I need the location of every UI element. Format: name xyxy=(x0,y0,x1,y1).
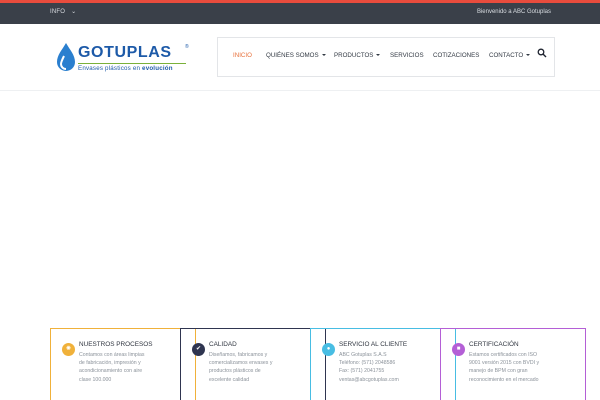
info-dropdown[interactable]: INFO ⌄ xyxy=(50,8,76,15)
hero-area xyxy=(0,92,600,322)
tagline-bold: evolución xyxy=(142,65,173,72)
logo-rule xyxy=(78,63,186,64)
nav-item-productos[interactable]: PRODUCTOS xyxy=(334,52,381,59)
card-nuestros-procesos: ✺ NUESTROS PROCESOS Contamos con áreas l… xyxy=(50,328,196,400)
card-calidad: ✔ CALIDAD Diseñamos, fabricamos y comerc… xyxy=(180,328,326,400)
card-line: Fax: (571) 2041755 xyxy=(339,368,385,375)
search-icon[interactable] xyxy=(537,48,547,58)
card-line: ABC Gotuplas S.A.S xyxy=(339,352,387,358)
nav-item-cotizaciones[interactable]: COTIZACIONES xyxy=(433,52,479,59)
nav-item-contacto[interactable]: CONTACTO xyxy=(489,52,531,59)
card-line: Diseñamos, fabricamos y xyxy=(209,352,268,358)
card-title: NUESTROS PROCESOS xyxy=(79,341,153,348)
card-line: clase 100.000 xyxy=(79,376,112,383)
nav-label: QUIÉNES SOMOS xyxy=(266,52,319,59)
card-line: manejo de BPM con gran xyxy=(469,368,528,375)
thumbs-up-icon: ✔ xyxy=(192,343,205,356)
card-line: de fabricación, impresión y xyxy=(79,360,141,367)
card-title: SERVICIO AL CLIENTE xyxy=(339,341,408,348)
nav-label: CONTACTO xyxy=(489,52,524,59)
welcome-text: Bienvenido a ABC Gotuplas xyxy=(476,9,551,15)
info-label: INFO xyxy=(50,9,66,15)
nav-label: PRODUCTOS xyxy=(334,52,374,59)
top-bar: INFO ⌄ Bienvenido a ABC Gotuplas xyxy=(0,0,600,24)
card-line: reconocimiento en el mercado xyxy=(469,376,539,383)
logo-tagline: Envases plásticos en evolución xyxy=(78,65,173,72)
nav-item-servicios[interactable]: SERVICIOS xyxy=(390,52,424,59)
tagline-prefix: Envases plásticos en xyxy=(78,65,143,72)
caret-down-icon xyxy=(321,54,326,57)
nav-label: COTIZACIONES xyxy=(433,52,480,59)
card-line: excelente calidad xyxy=(209,376,250,383)
logo-registered: ® xyxy=(185,44,189,50)
card-line: acondicionamiento con aire xyxy=(79,368,143,375)
card-line: 9001 versión 2015 con BVDI y xyxy=(469,360,540,367)
card-body: ABC Gotuplas S.A.S Teléfono: (571) 20485… xyxy=(339,351,451,384)
card-body: Diseñamos, fabricamos y comercializamos … xyxy=(209,351,321,384)
user-icon: ● xyxy=(322,343,335,356)
card-line: productos plásticos de xyxy=(209,368,261,375)
card-certificacion: ■ CERTIFICACIÓN Estamos certificados con… xyxy=(440,328,586,400)
card-body: Estamos certificados con ISO 9001 versió… xyxy=(469,351,581,384)
site-logo[interactable]: GOTUPLAS ® Envases plásticos en evolució… xyxy=(54,42,189,78)
chevron-down-icon: ⌄ xyxy=(71,9,77,15)
gear-icon: ✺ xyxy=(62,343,75,356)
card-line: Estamos certificados con ISO xyxy=(469,352,538,358)
card-title: CERTIFICACIÓN xyxy=(469,341,519,348)
nav-label: SERVICIOS xyxy=(390,52,424,59)
card-line: Contamos con áreas limpias xyxy=(79,352,145,358)
card-title: CALIDAD xyxy=(209,341,237,348)
card-servicio-al-cliente: ● SERVICIO AL CLIENTE ABC Gotuplas S.A.S… xyxy=(310,328,456,400)
card-line: Teléfono: (571) 2048586 xyxy=(339,360,396,367)
main-nav: INICIO QUIÉNES SOMOS PRODUCTOS SERVICIOS… xyxy=(217,37,555,77)
nav-item-inicio[interactable]: INICIO xyxy=(233,52,252,59)
caret-down-icon xyxy=(526,54,531,57)
drop-logo-icon xyxy=(57,43,75,71)
nav-label: INICIO xyxy=(233,52,252,59)
card-body: Contamos con áreas limpias de fabricació… xyxy=(79,351,191,384)
card-line: comercializamos envases y xyxy=(209,360,273,367)
logo-brand: GOTUPLAS xyxy=(78,44,172,61)
email-link[interactable]: ventas@abcgotuplas.com xyxy=(339,376,451,384)
nav-item-quienes-somos[interactable]: QUIÉNES SOMOS xyxy=(266,52,326,59)
certificate-icon: ■ xyxy=(452,343,465,356)
caret-down-icon xyxy=(376,54,381,57)
site-header: GOTUPLAS ® Envases plásticos en evolució… xyxy=(0,24,600,91)
